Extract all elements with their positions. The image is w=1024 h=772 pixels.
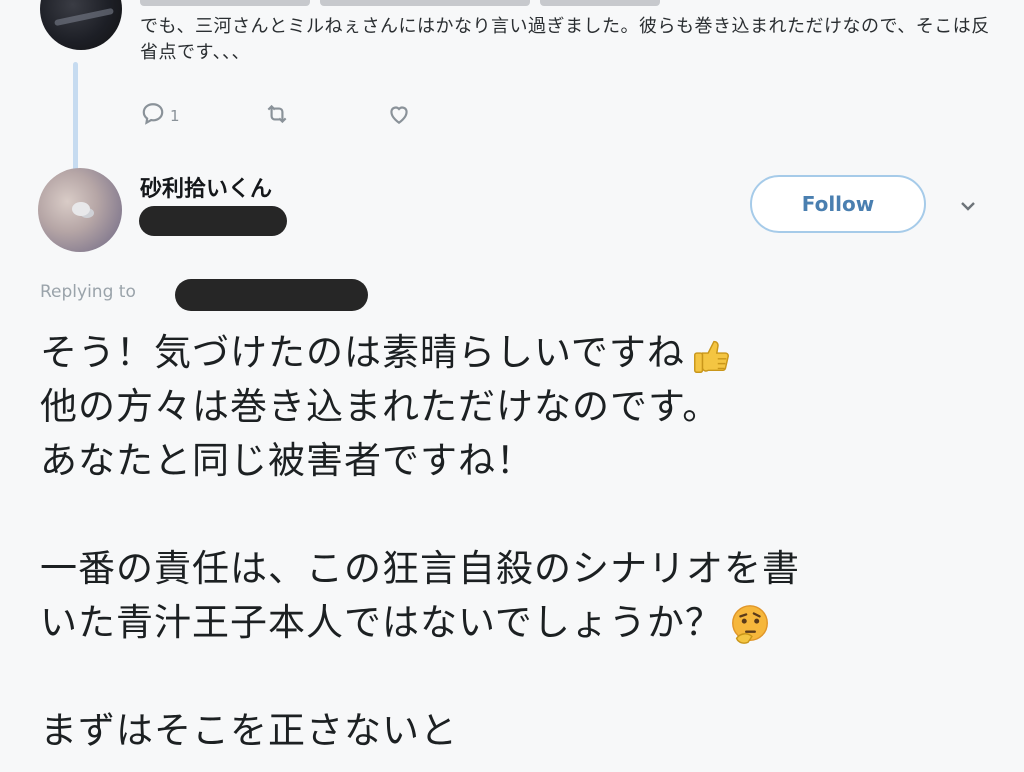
tweet-line-text: 他の方々は巻き込まれただけなのです。 [40,385,721,428]
display-name[interactable]: 砂利拾いくん [140,171,272,203]
tweet-line: あなたと同じ被害者ですね！ [40,434,1000,488]
reply-button[interactable]: 1 [140,101,180,131]
thumbs-up-icon [689,332,735,378]
thinking-face-icon [727,602,773,648]
tweet-line-text: 一番の責任は、この狂言自殺のシナリオを書 [40,547,800,590]
user-avatar[interactable] [38,168,122,252]
like-button[interactable] [386,101,412,131]
tweet-line-text: いた青汁王子本人ではないでしょうか？ [40,601,723,644]
follow-button[interactable]: Follow [750,175,926,233]
retweet-icon [264,101,290,131]
tweet-text: そう！気づけたのは素晴らしいですね 他の方々は巻き込まれただけなのです。 あなた… [40,326,1000,758]
tweet-line: 他の方々は巻き込まれただけなのです。 [40,380,1000,434]
like-icon [386,101,412,131]
tweet-line: 一番の責任は、この狂言自殺のシナリオを書 [40,542,1000,596]
tweet-line: まずはそこを正さないと [40,704,1000,758]
previous-tweet-header-blurred [140,0,740,12]
previous-tweet-avatar[interactable] [40,0,122,50]
tweet-line: そう！気づけたのは素晴らしいですね [40,326,1000,380]
previous-tweet-text: でも、三河さんとミルねぇさんにはかなり言い過ぎました。彼らも巻き込まれただけなの… [140,16,990,63]
redacted-reply-target [175,279,368,311]
reply-count: 1 [170,107,180,125]
tweet-line-text: まずはそこを正さないと [40,709,458,752]
reply-icon [140,101,166,131]
avatar-image-detail [54,7,114,27]
replying-to-label: Replying to [40,282,136,302]
previous-tweet-actions: 1 [140,100,468,132]
tweet-line: いた青汁王子本人ではないでしょうか？ [40,596,1000,650]
tweet-line-text: そう！気づけたのは素晴らしいですね [40,331,685,374]
redacted-handle [139,206,287,236]
tweet-line-text: あなたと同じ被害者ですね！ [40,439,534,482]
retweet-button[interactable] [264,101,290,131]
thread-connector-line [73,62,78,180]
avatar-image-detail [72,202,90,216]
chevron-down-icon[interactable] [956,194,980,218]
